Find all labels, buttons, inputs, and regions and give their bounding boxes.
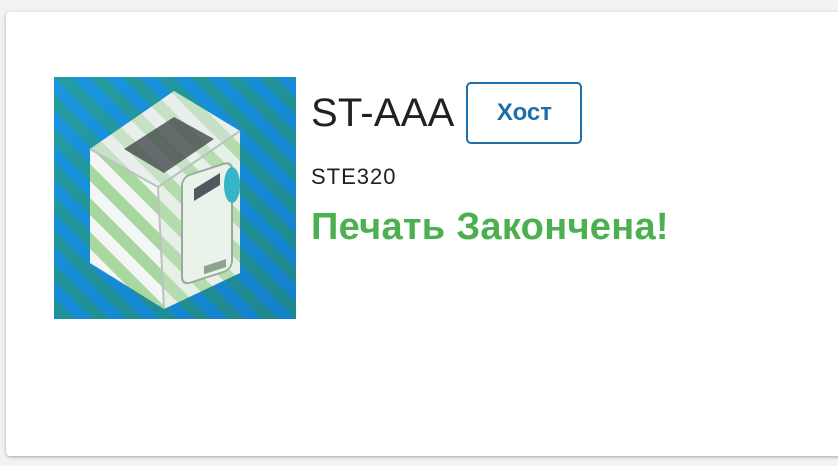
title-row: ST-AAA Хост	[311, 80, 669, 146]
print-status: Печать Закончена!	[311, 206, 669, 248]
printer-thumbnail	[54, 77, 296, 319]
printer-card: ST-AAA Хост STE320 Печать Закончена!	[6, 12, 838, 456]
printer-info: ST-AAA Хост STE320 Печать Закончена!	[311, 80, 669, 249]
printer-image	[54, 77, 296, 319]
printer-name: ST-AAA	[311, 91, 455, 135]
host-button[interactable]: Хост	[466, 82, 583, 144]
printer-model: STE320	[311, 164, 397, 189]
